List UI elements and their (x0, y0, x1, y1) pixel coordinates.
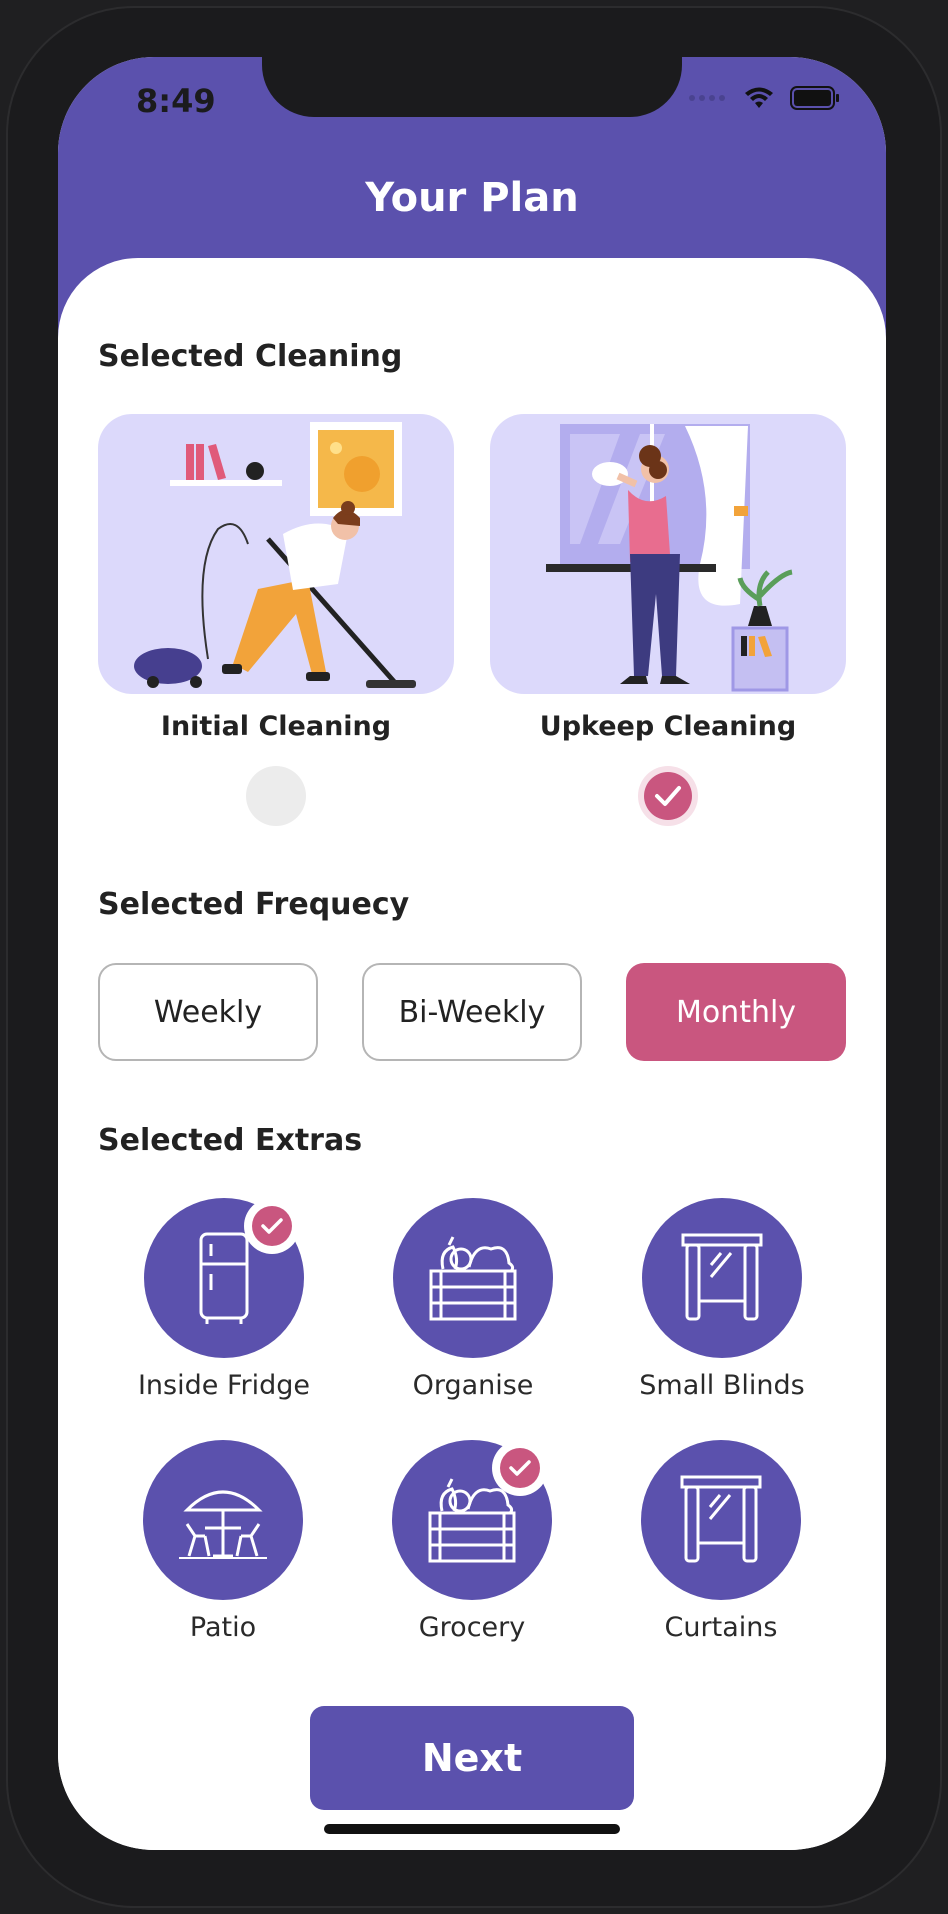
extra-label: Organise (412, 1370, 534, 1401)
page-title: Your Plan (365, 175, 579, 221)
extra-curtains-circle (641, 1440, 801, 1600)
extra-grocery[interactable]: Grocery (392, 1440, 552, 1643)
frequency-biweekly-button[interactable]: Bi-Weekly (362, 963, 582, 1061)
extra-label: Small Blinds (639, 1370, 805, 1401)
status-time: 8:49 (136, 82, 216, 120)
check-badge-inner (252, 1206, 292, 1246)
check-icon (509, 1460, 531, 1476)
card-initial-cleaning[interactable] (98, 414, 454, 694)
extra-small-blinds-circle (642, 1198, 802, 1358)
extra-inside-fridge[interactable]: Inside Fridge (138, 1198, 310, 1401)
next-button[interactable]: Next (310, 1706, 634, 1810)
fridge-icon (199, 1232, 249, 1324)
window-cleaning-illustration (546, 424, 793, 692)
patio-icon (179, 1490, 267, 1559)
frequency-weekly-button[interactable]: Weekly (98, 963, 318, 1061)
extra-label: Inside Fridge (137, 1370, 311, 1401)
section-title-extras: Selected Extras (98, 1123, 363, 1158)
extra-organise-circle (393, 1198, 553, 1358)
home-indicator[interactable] (324, 1824, 620, 1834)
extra-grocery-circle (392, 1440, 552, 1600)
check-icon (655, 786, 681, 806)
extra-patio-circle (143, 1440, 303, 1600)
extra-inside-fridge-circle (144, 1198, 304, 1358)
status-icons (688, 86, 840, 110)
extra-label: Patio (189, 1612, 257, 1643)
device-notch (262, 57, 682, 117)
frequency-monthly-button[interactable]: Monthly (626, 963, 846, 1061)
check-badge-inner (500, 1448, 540, 1488)
cleaning-label-upkeep: Upkeep Cleaning (539, 711, 797, 742)
cleaning-label-initial: Initial Cleaning (160, 711, 392, 742)
signal-icon (689, 95, 725, 101)
window-icon (680, 1475, 762, 1563)
extra-label: Grocery (418, 1612, 526, 1643)
section-title-cleaning: Selected Cleaning (98, 339, 403, 374)
radio-upkeep-checked (644, 772, 692, 820)
extra-inside-fridge-check (244, 1198, 300, 1254)
extra-organise[interactable]: Organise (393, 1198, 553, 1401)
extra-label: Curtains (664, 1612, 778, 1643)
extra-grocery-check (492, 1440, 548, 1496)
radio-upkeep-cleaning[interactable] (638, 766, 698, 826)
crate-icon (429, 1236, 517, 1321)
section-title-frequency: Selected Frequecy (98, 887, 410, 922)
card-upkeep-cleaning[interactable] (490, 414, 846, 694)
extra-curtains[interactable]: Curtains (641, 1440, 801, 1643)
app-screen: 8:49 Your Plan Selected Cleaning Initial… (58, 57, 886, 1850)
window-icon (681, 1233, 763, 1321)
wifi-icon (745, 87, 773, 108)
extra-small-blinds[interactable]: Small Blinds (639, 1198, 805, 1401)
vacuum-illustration (134, 422, 416, 688)
check-icon (261, 1218, 283, 1234)
battery-icon (790, 86, 839, 110)
radio-initial-cleaning[interactable] (246, 766, 306, 826)
extra-patio[interactable]: Patio (143, 1440, 303, 1643)
